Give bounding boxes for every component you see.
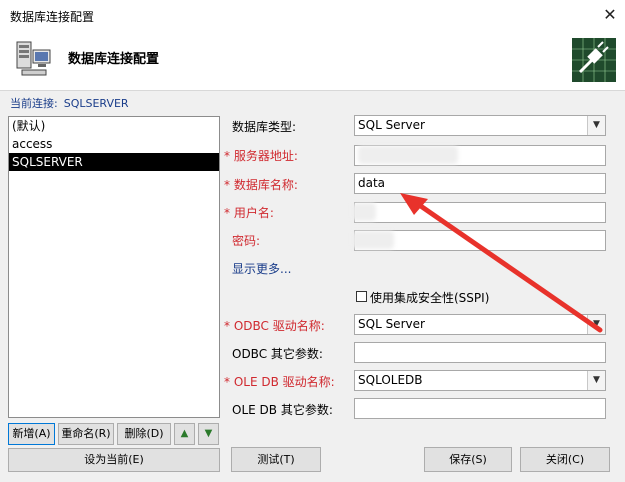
required-mark: *	[224, 319, 230, 333]
oledb-params-input[interactable]	[354, 398, 606, 419]
oledb-driver-value: SQLOLEDB	[358, 373, 423, 387]
show-more-link[interactable]: 显示更多...	[232, 260, 291, 277]
user-label-text: 用户名:	[233, 206, 274, 220]
test-button[interactable]: 测试(T)	[231, 447, 321, 472]
window-title: 数据库连接配置	[10, 10, 95, 24]
rename-button[interactable]: 重命名(R)	[58, 423, 114, 445]
save-button[interactable]: 保存(S)	[424, 447, 512, 472]
db-name-label: * 数据库名称:	[224, 176, 298, 193]
oledb-params-label: OLE DB 其它参数:	[232, 403, 333, 417]
odbc-driver-label-text: ODBC 驱动名称:	[233, 319, 325, 333]
user-label: * 用户名:	[224, 204, 274, 221]
chevron-down-icon[interactable]: ▼	[587, 116, 605, 135]
odbc-driver-label: * ODBC 驱动名称:	[224, 317, 325, 334]
oledb-driver-select[interactable]: SQLOLEDB ▼	[354, 370, 606, 391]
plug-connection-icon	[572, 38, 616, 82]
header-title: 数据库连接配置	[68, 52, 160, 67]
redacted-password	[352, 231, 394, 249]
password-label: 密码:	[232, 234, 261, 248]
server-label-text: 服务器地址:	[233, 149, 298, 163]
db-type-select[interactable]: SQL Server ▼	[354, 115, 606, 136]
odbc-driver-value: SQL Server	[358, 317, 425, 331]
current-connection-label: 当前连接:	[10, 97, 58, 110]
db-name-label-text: 数据库名称:	[233, 178, 298, 192]
user-input[interactable]	[354, 202, 606, 223]
chevron-down-icon[interactable]: ▼	[587, 371, 605, 390]
redacted-server	[358, 146, 458, 164]
list-item[interactable]: (默认)	[9, 117, 219, 135]
redacted-user	[352, 203, 376, 221]
integrated-security-label: 使用集成安全性(SSPI)	[370, 291, 490, 305]
move-up-icon[interactable]: ▲	[174, 423, 195, 445]
close-button[interactable]: 关闭(C)	[520, 447, 610, 472]
odbc-driver-select[interactable]: SQL Server ▼	[354, 314, 606, 335]
list-item-selected[interactable]: SQLSERVER	[9, 153, 219, 171]
db-type-label: 数据库类型:	[232, 120, 297, 134]
required-mark: *	[224, 178, 230, 192]
list-item[interactable]: access	[9, 135, 219, 153]
odbc-params-input[interactable]	[354, 342, 606, 363]
database-server-icon	[14, 40, 54, 80]
current-connection-value: SQLSERVER	[63, 97, 129, 110]
integrated-security-checkbox[interactable]	[356, 291, 367, 302]
oledb-driver-label: * OLE DB 驱动名称:	[224, 373, 335, 390]
required-mark: *	[224, 375, 230, 389]
set-current-button[interactable]: 设为当前(E)	[8, 448, 220, 472]
oledb-driver-label-text: OLE DB 驱动名称:	[233, 375, 335, 389]
delete-button[interactable]: 删除(D)	[117, 423, 171, 445]
server-label: * 服务器地址:	[224, 147, 298, 164]
connection-list[interactable]: (默认) access SQLSERVER	[8, 116, 220, 418]
db-name-input[interactable]: data	[354, 173, 606, 194]
move-down-icon[interactable]: ▼	[198, 423, 219, 445]
odbc-params-label: ODBC 其它参数:	[232, 347, 323, 361]
required-mark: *	[224, 149, 230, 163]
db-type-value: SQL Server	[358, 118, 425, 132]
current-connection: 当前连接: SQLSERVER	[10, 95, 135, 111]
chevron-down-icon[interactable]: ▼	[587, 315, 605, 334]
close-icon[interactable]: ✕	[600, 5, 620, 25]
new-button[interactable]: 新增(A)	[8, 423, 55, 445]
required-mark: *	[224, 206, 230, 220]
